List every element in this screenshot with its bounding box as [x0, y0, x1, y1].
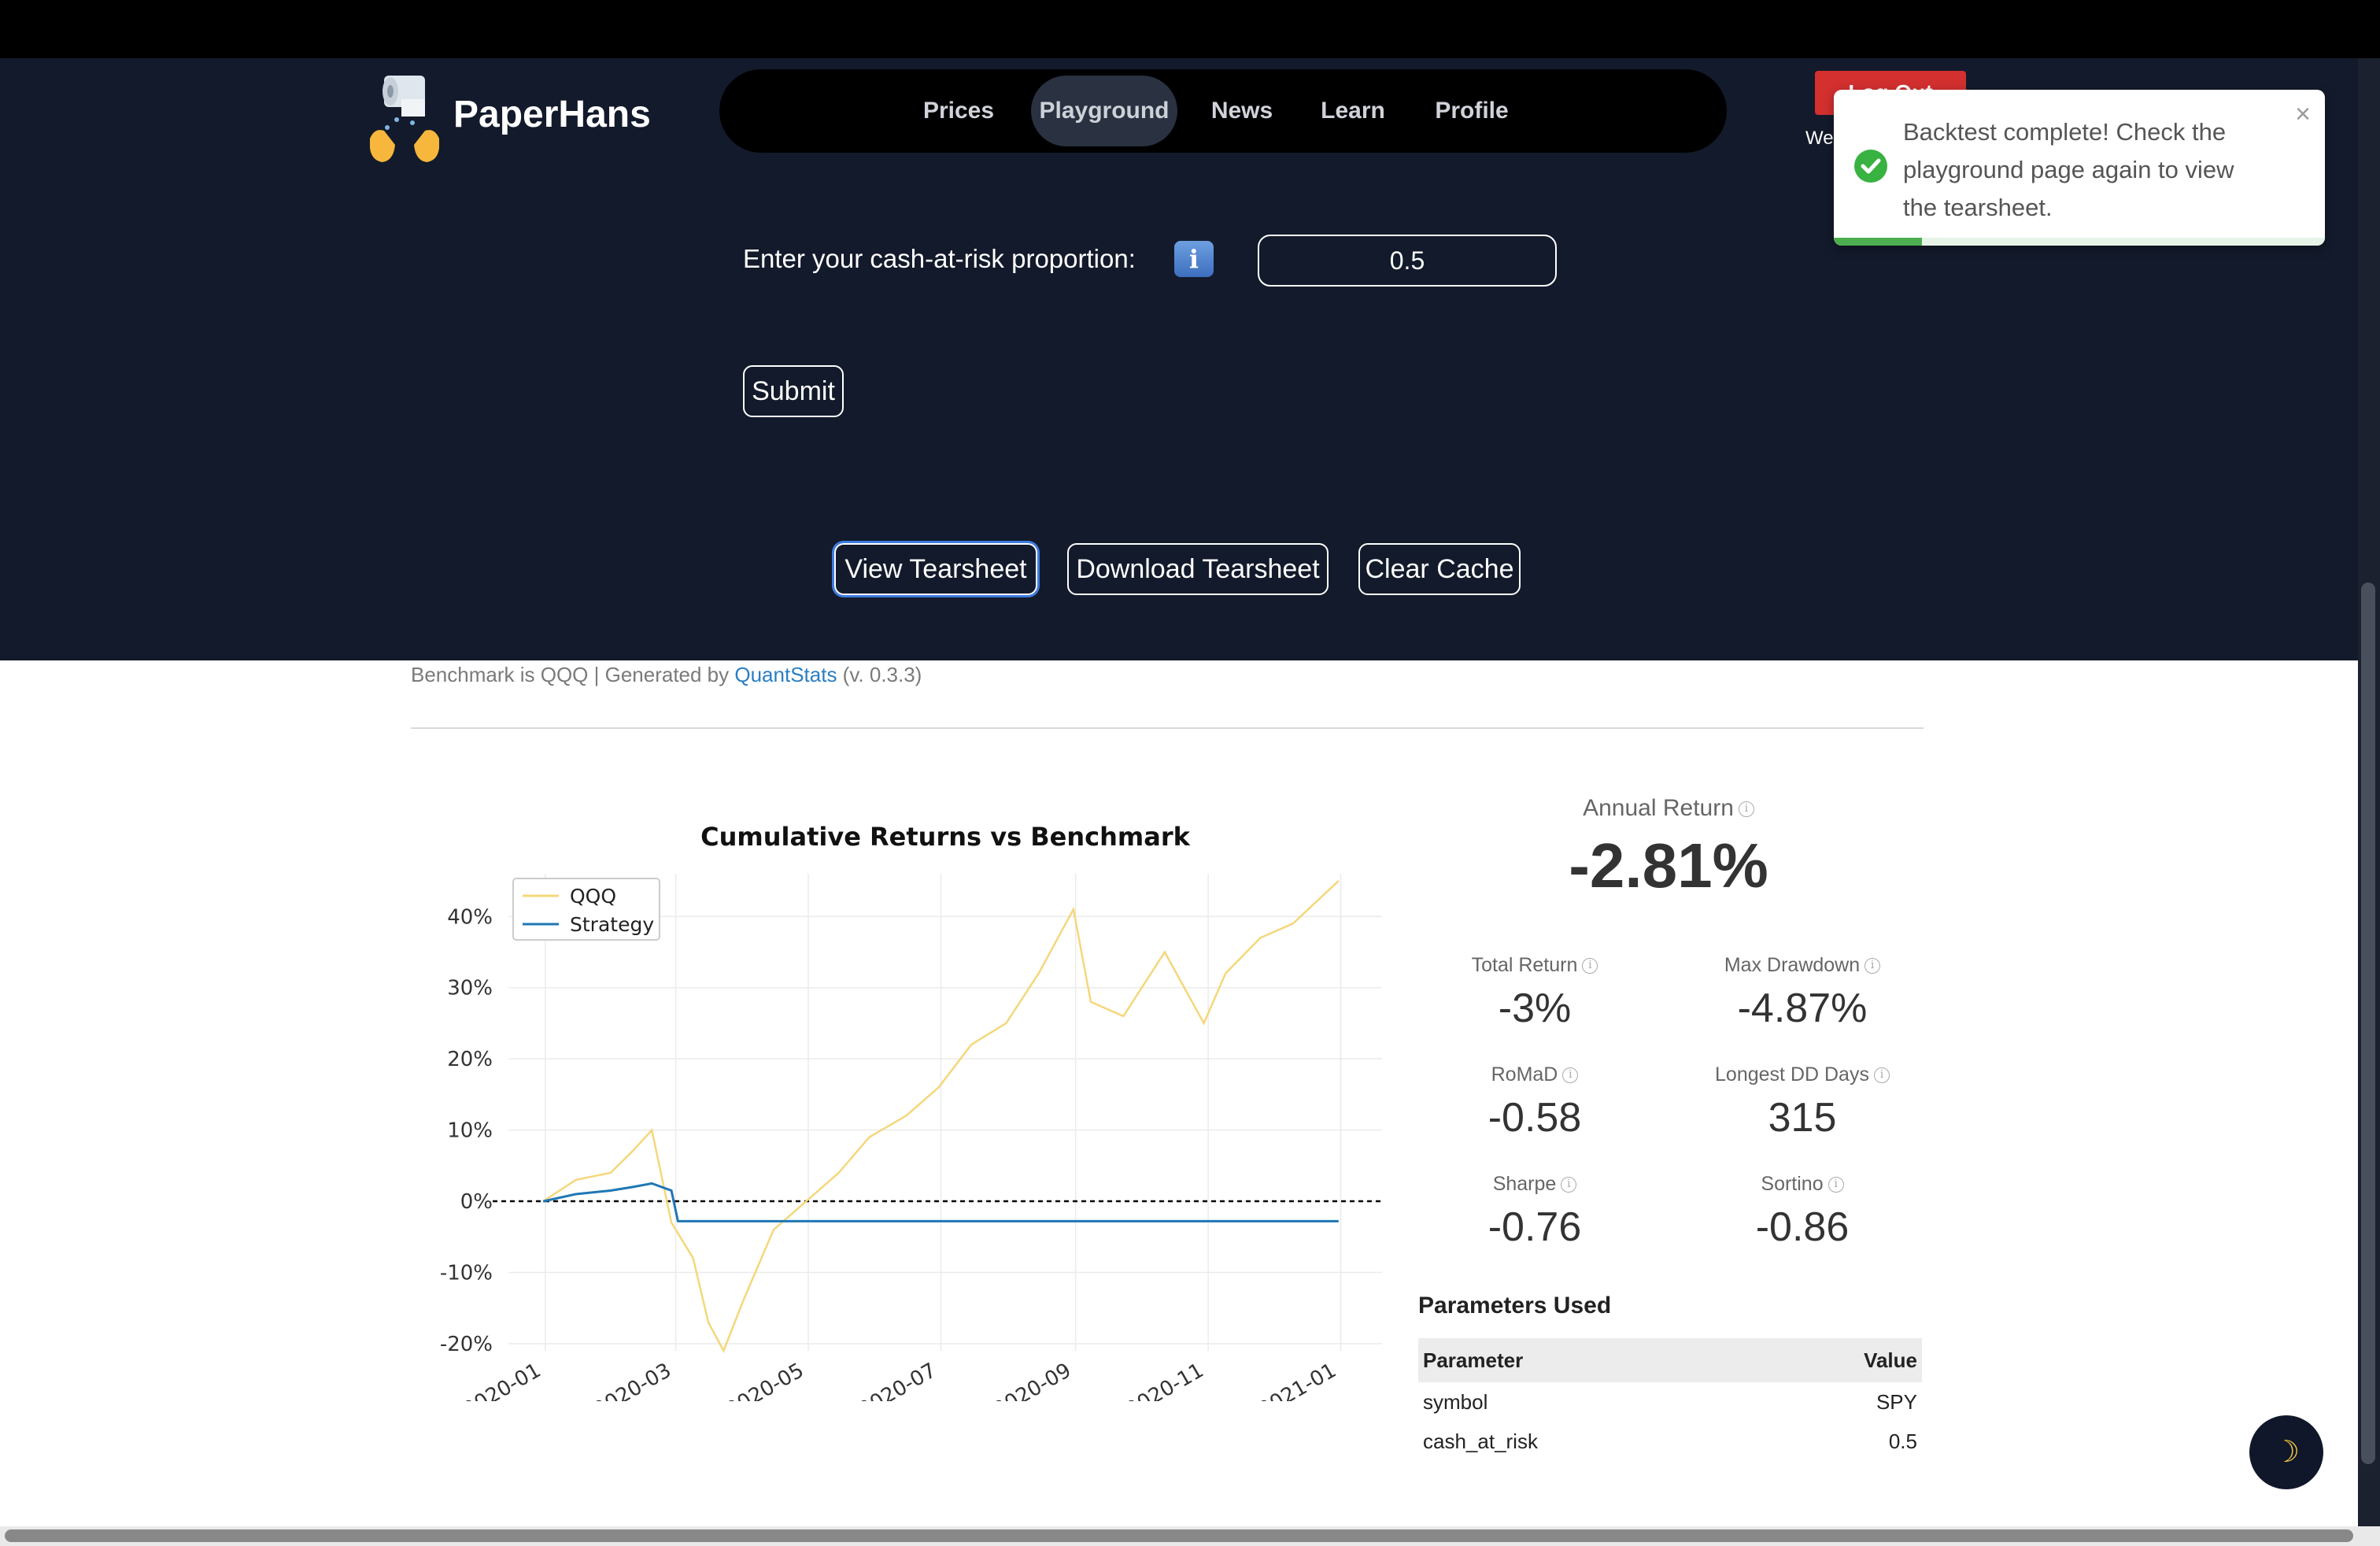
submit-button[interactable]: Submit — [743, 365, 844, 417]
annual-return-label-text: Annual Return — [1583, 795, 1734, 821]
metric-value: -0.86 — [1755, 1204, 1850, 1250]
metric-romad: RoMaD i -0.58 — [1417, 1063, 1653, 1141]
annual-return-value: -2.81% — [1569, 830, 1768, 901]
divider — [411, 727, 1924, 729]
info-icon[interactable]: i — [1562, 1067, 1579, 1084]
browser-top-bar — [0, 0, 2380, 58]
info-icon[interactable]: i — [1873, 1067, 1890, 1084]
main-nav: Prices Playground News Learn Profile — [719, 69, 1727, 153]
brand-name[interactable]: PaperHans — [453, 93, 651, 136]
horizontal-scrollbar[interactable] — [5, 1529, 2353, 1542]
info-icon[interactable]: i — [1828, 1177, 1844, 1193]
y-tick-label: 0% — [460, 1190, 493, 1214]
y-tick-label: 40% — [447, 905, 493, 929]
y-tick-label: -20% — [440, 1333, 493, 1356]
y-tick-label: 20% — [447, 1048, 493, 1071]
info-icon[interactable]: i — [1561, 1177, 1577, 1193]
success-toast: Backtest complete! Check the playground … — [1834, 90, 2325, 246]
x-tick-label: 2020-05 — [722, 1359, 808, 1401]
table-row: cash_at_risk 0.5 — [1418, 1422, 1922, 1461]
info-icon[interactable]: i — [1864, 958, 1881, 975]
generated-by-text: Benchmark is QQQ | Generated by QuantSta… — [411, 663, 922, 687]
chart-title: Cumulative Returns vs Benchmark — [700, 822, 1190, 852]
metric-value: -0.76 — [1488, 1204, 1582, 1250]
close-icon[interactable]: × — [2295, 99, 2311, 130]
x-tick-label: 2020-11 — [1122, 1359, 1208, 1401]
nav-prices[interactable]: Prices — [905, 76, 1012, 146]
y-tick-label: -10% — [440, 1262, 493, 1285]
nav-learn[interactable]: Learn — [1306, 76, 1399, 146]
download-tearsheet-button[interactable]: Download Tearsheet — [1067, 543, 1329, 595]
toast-message: Backtest complete! Check the playground … — [1903, 118, 2234, 221]
metric-value: -0.58 — [1488, 1095, 1582, 1141]
metric-total-return: Total Return i -3% — [1417, 954, 1653, 1032]
cumulative-returns-chart: Cumulative Returns vs Benchmark 40% 30% 20%… — [440, 822, 1382, 1401]
table-header-value: Value — [1752, 1338, 1922, 1382]
metric-label: RoMaD — [1491, 1063, 1558, 1086]
metric-label: Max Drawdown — [1724, 954, 1861, 976]
table-cell: symbol — [1423, 1389, 1488, 1414]
paperhans-logo[interactable] — [367, 72, 442, 167]
x-tick-label: 2020-07 — [855, 1359, 941, 1401]
welcome-text: We — [1805, 128, 1834, 149]
table-cell: SPY — [1876, 1389, 1917, 1414]
toast-progress-bar — [1834, 238, 2325, 246]
generated-prefix: Benchmark is QQQ | Generated by — [411, 663, 735, 686]
metric-max-drawdown: Max Drawdown i -4.87% — [1684, 954, 1920, 1032]
clear-cache-button[interactable]: Clear Cache — [1358, 543, 1521, 595]
table-cell: cash_at_risk — [1423, 1429, 1538, 1453]
generated-suffix: (v. 0.3.3) — [837, 663, 922, 686]
metric-longest-dd-days: Longest DD Days i 315 — [1684, 1063, 1920, 1141]
parameters-title: Parameters Used — [1418, 1293, 1612, 1319]
metric-label: Total Return — [1471, 954, 1578, 976]
metric-sortino: Sortino i -0.86 — [1684, 1173, 1920, 1251]
info-icon[interactable]: i — [1582, 958, 1598, 975]
annual-return-label: Annual Return i — [1417, 795, 1920, 822]
success-check-icon — [1854, 150, 1887, 183]
metric-value: 315 — [1768, 1095, 1837, 1141]
table-header-row: Parameter Value — [1418, 1338, 1922, 1382]
nav-profile[interactable]: Profile — [1418, 76, 1525, 146]
toast-progress-fill — [1834, 238, 1923, 246]
x-tick-label: 2020-09 — [989, 1359, 1075, 1401]
metric-label: Sharpe — [1492, 1173, 1557, 1195]
theme-toggle-moon-icon[interactable]: ☽ — [2249, 1415, 2323, 1489]
legend-label: Strategy — [570, 913, 654, 936]
x-tick-label: 2021-01 — [1255, 1359, 1340, 1401]
table-row: symbol SPY — [1418, 1382, 1922, 1422]
quantstats-link[interactable]: QuantStats — [734, 663, 837, 686]
cash-at-risk-input[interactable] — [1258, 235, 1557, 287]
info-icon[interactable]: i — [1174, 241, 1214, 277]
parameters-table: Parameter Value symbol SPY cash_at_risk 0.5 — [1418, 1338, 1922, 1461]
x-tick-label: 2020-01 — [459, 1359, 545, 1401]
metric-value: -3% — [1498, 986, 1572, 1031]
vertical-scrollbar[interactable] — [2361, 583, 2375, 1464]
metric-label: Longest DD Days — [1715, 1063, 1869, 1086]
view-tearsheet-button[interactable]: View Tearsheet — [834, 543, 1037, 595]
nav-news[interactable]: News — [1196, 76, 1288, 146]
metric-sharpe: Sharpe i -0.76 — [1417, 1173, 1653, 1251]
metric-label: Sortino — [1761, 1173, 1824, 1195]
table-header-parameter: Parameter — [1418, 1338, 1753, 1382]
nav-playground[interactable]: Playground — [1031, 76, 1177, 146]
y-tick-label: 10% — [447, 1119, 493, 1143]
metric-value: -4.87% — [1737, 986, 1868, 1031]
info-icon[interactable]: i — [1738, 801, 1754, 818]
legend-label: QQQ — [570, 885, 616, 908]
y-tick-label: 30% — [447, 977, 493, 1000]
x-tick-label: 2020-03 — [589, 1359, 675, 1401]
cash-at-risk-label: Enter your cash-at-risk proportion: — [743, 244, 1136, 273]
table-cell: 0.5 — [1888, 1429, 1917, 1453]
